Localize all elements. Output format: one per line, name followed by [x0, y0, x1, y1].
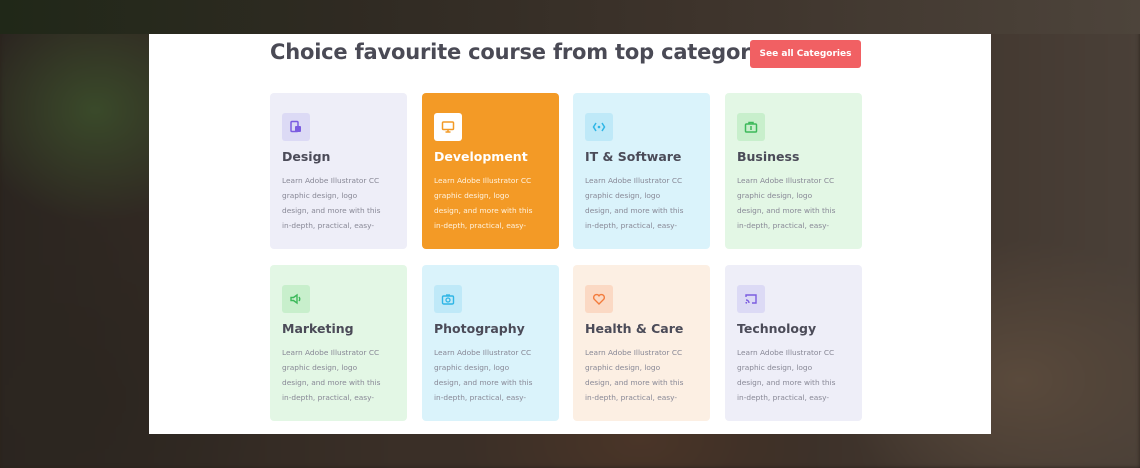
category-description: Learn Adobe Illustrator CC graphic desig… [434, 176, 533, 230]
category-card-design[interactable]: Design Learn Adobe Illustrator CC graphi… [270, 93, 407, 249]
heart-icon [585, 285, 613, 313]
section-heading: Choice favourite course from top categor… [270, 40, 764, 64]
category-description: Learn Adobe Illustrator CC graphic desig… [737, 348, 836, 402]
briefcase-icon [737, 113, 765, 141]
category-title: Business [737, 149, 800, 164]
category-card-technology[interactable]: Technology Learn Adobe Illustrator CC gr… [725, 265, 862, 421]
camera-icon [434, 285, 462, 313]
code-icon [585, 113, 613, 141]
category-card-health-care[interactable]: Health & Care Learn Adobe Illustrator CC… [573, 265, 710, 421]
category-card-marketing[interactable]: Marketing Learn Adobe Illustrator CC gra… [270, 265, 407, 421]
blurred-background-top [0, 0, 1140, 34]
monitor-icon [434, 113, 462, 141]
category-card-it-software[interactable]: IT & Software Learn Adobe Illustrator CC… [573, 93, 710, 249]
category-description: Learn Adobe Illustrator CC graphic desig… [282, 176, 381, 230]
design-icon [282, 113, 310, 141]
cast-icon [737, 285, 765, 313]
category-description: Learn Adobe Illustrator CC graphic desig… [585, 176, 684, 230]
category-panel: Choice favourite course from top categor… [149, 34, 991, 434]
category-title: IT & Software [585, 149, 682, 164]
category-title: Health & Care [585, 321, 684, 336]
megaphone-icon [282, 285, 310, 313]
category-title: Design [282, 149, 331, 164]
see-all-categories-button[interactable]: See all Categories [750, 40, 861, 68]
category-description: Learn Adobe Illustrator CC graphic desig… [282, 348, 381, 402]
category-title: Development [434, 149, 528, 164]
category-description: Learn Adobe Illustrator CC graphic desig… [585, 348, 684, 402]
category-title: Photography [434, 321, 525, 336]
category-description: Learn Adobe Illustrator CC graphic desig… [434, 348, 533, 402]
category-card-development[interactable]: Development Learn Adobe Illustrator CC g… [422, 93, 559, 249]
category-card-business[interactable]: Business Learn Adobe Illustrator CC grap… [725, 93, 862, 249]
category-description: Learn Adobe Illustrator CC graphic desig… [737, 176, 836, 230]
category-card-photography[interactable]: Photography Learn Adobe Illustrator CC g… [422, 265, 559, 421]
category-title: Technology [737, 321, 817, 336]
category-title: Marketing [282, 321, 354, 336]
